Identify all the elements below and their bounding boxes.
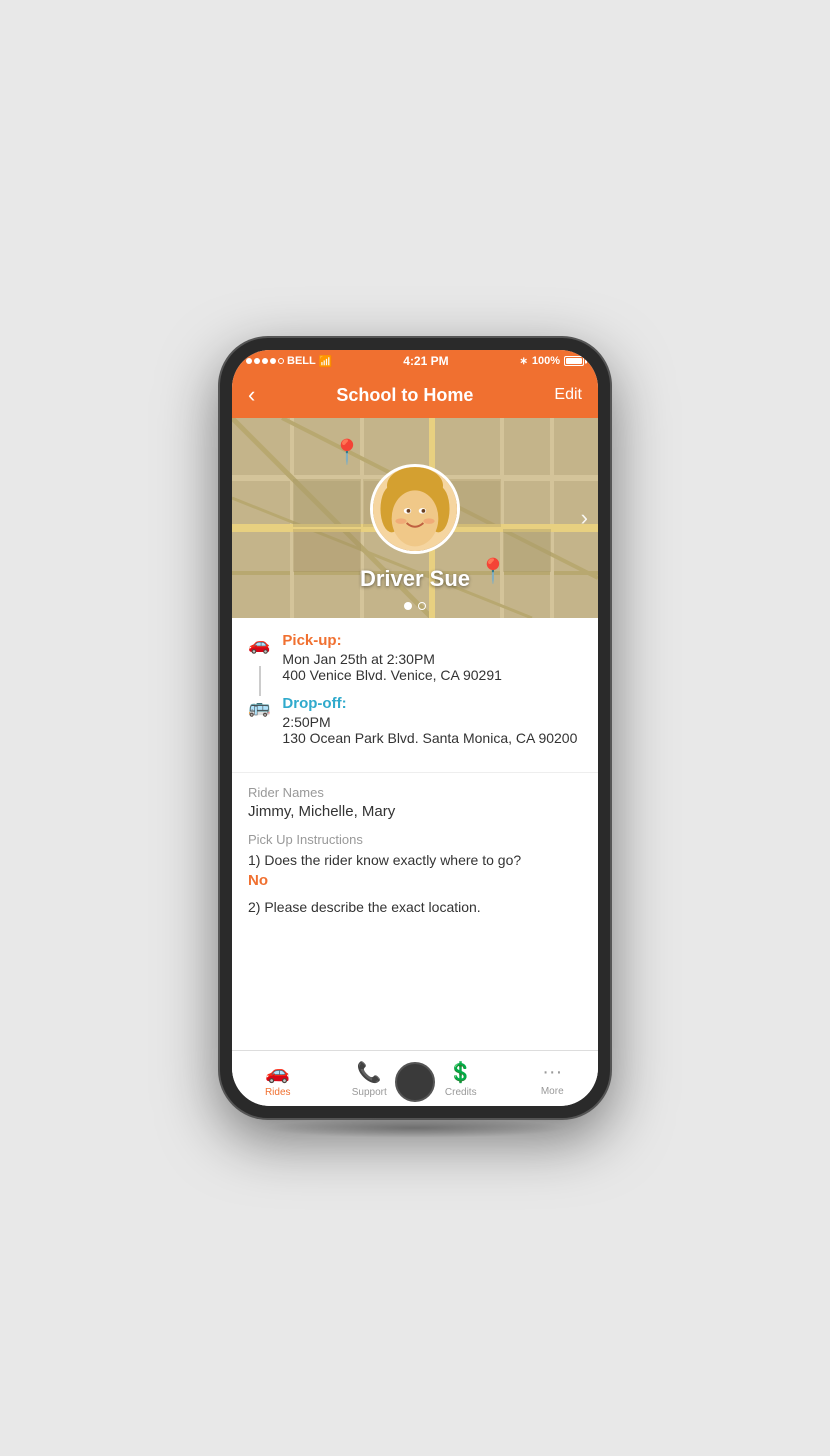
battery-percent: 100% [532, 355, 560, 367]
instructions-section-label: Pick Up Instructions [248, 832, 582, 847]
nav-bar: ‹ School to Home Edit [232, 372, 598, 418]
indicator-dot-2 [418, 602, 426, 610]
map-driver-section: 📍 📍 [232, 418, 598, 618]
status-left: BELL 📶 [246, 355, 332, 368]
home-button[interactable] [395, 1062, 435, 1102]
rider-names-label: Rider Names [248, 785, 582, 800]
driver-name-label: Driver Sue [232, 566, 598, 592]
rides-icon: 🚗 [265, 1060, 290, 1085]
pickup-row: 🚗 Pick-up: Mon Jan 25th at 2:30PM 400 Ve… [248, 632, 582, 683]
credits-icon: 💲 [448, 1060, 473, 1085]
dropoff-details: Drop-off: 2:50PM 130 Ocean Park Blvd. Sa… [282, 695, 577, 746]
dropoff-label: Drop-off: [282, 695, 577, 712]
signal-dot-1 [246, 358, 252, 364]
status-time: 4:21 PM [403, 354, 448, 368]
signal-dot-4 [270, 358, 276, 364]
signal-dot-3 [262, 358, 268, 364]
tab-rides[interactable]: 🚗 Rides [232, 1060, 324, 1098]
pickup-time: Mon Jan 25th at 2:30PM [282, 651, 502, 667]
tab-more[interactable]: ··· More [507, 1061, 599, 1097]
avatar-image [373, 467, 457, 551]
ride-info-section: 🚗 Pick-up: Mon Jan 25th at 2:30PM 400 Ve… [232, 618, 598, 773]
rider-section: Rider Names Jimmy, Michelle, Mary Pick U… [232, 773, 598, 927]
phone-shadow [265, 1118, 565, 1138]
phone-screen: BELL 📶 4:21 PM ∗ 100% ‹ School to Home E… [232, 350, 598, 1106]
wifi-icon: 📶 [319, 355, 333, 368]
carousel-indicators [232, 602, 598, 610]
carousel-next-arrow[interactable]: › [581, 505, 588, 531]
rides-tab-label: Rides [265, 1087, 291, 1098]
signal-dot-2 [254, 358, 260, 364]
edit-button[interactable]: Edit [554, 386, 582, 404]
connector-line [259, 666, 261, 696]
phone-device: BELL 📶 4:21 PM ∗ 100% ‹ School to Home E… [220, 338, 610, 1118]
carrier-label: BELL [287, 355, 316, 367]
dropoff-time: 2:50PM [282, 714, 577, 730]
battery-icon [564, 356, 584, 366]
pickup-address: 400 Venice Blvd. Venice, CA 90291 [282, 667, 502, 683]
bluetooth-icon: ∗ [519, 356, 527, 367]
instruction-answer-1: No [248, 872, 582, 889]
signal-dots [246, 358, 284, 364]
status-right: ∗ 100% [519, 355, 584, 367]
more-icon: ··· [542, 1061, 562, 1084]
pickup-label: Pick-up: [282, 632, 502, 649]
back-button[interactable]: ‹ [248, 382, 255, 408]
dropoff-address: 130 Ocean Park Blvd. Santa Monica, CA 90… [282, 730, 577, 746]
instruction-question-2: 2) Please describe the exact location. [248, 899, 582, 915]
credits-tab-label: Credits [445, 1087, 477, 1098]
dropoff-icon: 🚌 [248, 697, 270, 718]
support-tab-label: Support [352, 1087, 387, 1098]
battery-fill [566, 358, 582, 364]
status-bar: BELL 📶 4:21 PM ∗ 100% [232, 350, 598, 372]
more-tab-label: More [541, 1086, 564, 1097]
pickup-pin: 📍 [332, 438, 362, 467]
page-title: School to Home [336, 385, 473, 406]
dropoff-row: 🚌 Drop-off: 2:50PM 130 Ocean Park Blvd. … [248, 695, 582, 746]
driver-avatar [370, 464, 460, 554]
support-icon: 📞 [357, 1060, 382, 1085]
signal-dot-5 [278, 358, 284, 364]
indicator-dot-1 [404, 602, 412, 610]
pickup-icon: 🚗 [248, 634, 270, 655]
pickup-details: Pick-up: Mon Jan 25th at 2:30PM 400 Veni… [282, 632, 502, 683]
ride-content: 🚗 Pick-up: Mon Jan 25th at 2:30PM 400 Ve… [232, 618, 598, 1050]
instruction-question-1: 1) Does the rider know exactly where to … [248, 852, 582, 868]
rider-names-value: Jimmy, Michelle, Mary [248, 803, 582, 820]
